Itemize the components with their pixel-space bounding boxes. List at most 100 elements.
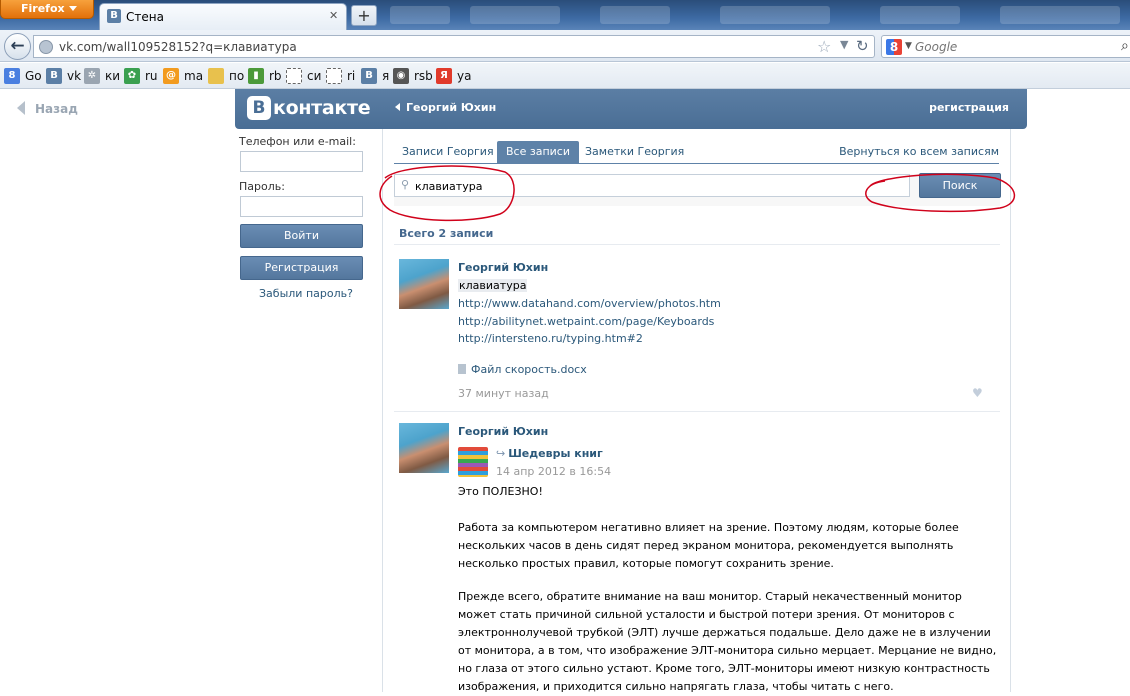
tab-george-posts[interactable]: Записи Георгия [393,141,503,163]
browser-back-button[interactable]: ← [4,33,31,60]
background-blur [720,6,830,24]
browser-search-input[interactable] [915,38,1115,55]
phone-input[interactable] [240,151,363,172]
bookmark-item[interactable]: Bя [361,68,389,84]
post-paragraph: Это ПОЛЕЗНО! [458,485,543,498]
url-text[interactable]: vk.com/wall109528152?q=клавиатура [59,40,297,54]
firefox-menu-button[interactable]: Firefox [0,0,94,19]
back-to-all-posts-link[interactable]: Вернуться ко всем записям [839,141,999,163]
vk-logo-icon: B [247,96,271,120]
bookmark-label: vk [67,69,82,83]
post-time[interactable]: 37 минут назад [458,387,549,400]
search-icon[interactable]: ⌕ [1121,38,1129,54]
vk-logo-word: контакте [273,97,371,119]
background-blur [1000,6,1120,24]
rbc-chart-icon: ▮ [248,68,264,84]
login-button[interactable]: Войти [240,224,363,248]
globe-icon: ◉ [393,68,409,84]
bookmark-item[interactable]: ✲ ки [84,68,120,84]
bookmark-label: ya [457,69,472,83]
folder-icon [208,68,224,84]
flower-icon: ✿ [124,68,140,84]
dashed-box-icon [286,68,302,84]
post-link[interactable]: http://intersteno.ru/typing.htm#2 [458,332,643,345]
password-input[interactable] [240,196,363,217]
wall-post: Георгий Юхин клавиатура http://www.datah… [394,259,1000,401]
bookmark-label: ri [347,69,356,83]
avatar[interactable] [399,423,449,473]
reload-icon[interactable]: ↻ [856,37,869,55]
vk-logo[interactable]: B контакте [247,96,371,120]
history-dropdown-icon[interactable]: ▼ [840,38,848,51]
post-divider [394,411,1000,412]
back-link-label: Назад [35,102,78,116]
post-author[interactable]: Георгий Юхин [458,425,548,438]
document-icon [458,364,466,374]
bookmark-item[interactable]: @ ma [163,68,203,84]
back-link[interactable]: Назад [17,101,78,116]
bookmark-item[interactable]: по [208,68,244,84]
wall-search-input[interactable] [415,178,895,194]
firefox-menu-label: Firefox [21,2,65,15]
arrow-left-icon [395,103,400,111]
close-tab-icon[interactable]: ✕ [329,10,340,21]
file-attachment[interactable]: Файл скорость.docx [458,363,587,376]
post-link[interactable]: http://www.datahand.com/overview/photos.… [458,297,721,310]
repost-source[interactable]: ↪ Шедевры книг [496,447,603,460]
arrow-left-icon [17,101,25,115]
vk-favicon-icon: B [107,9,121,23]
bookmark-label: ma [184,69,204,83]
profile-name-link[interactable]: Георгий Юхин [395,101,496,114]
post-paragraph: Работа за компьютером негативно влияет н… [458,521,959,570]
register-button[interactable]: Регистрация [240,256,363,280]
group-avatar[interactable] [458,447,488,477]
browser-search-box[interactable]: 8 ▼ ⌕ [881,35,1130,58]
bookmark-star-icon[interactable]: ☆ [817,37,831,56]
bookmark-item[interactable]: си [286,68,321,84]
password-label: Пароль: [239,180,285,193]
bookmark-label: по [229,69,245,83]
phone-label: Телефон или e-mail: [239,135,356,148]
bookmark-item[interactable]: ✿ ru [124,68,158,84]
address-bar[interactable]: vk.com/wall109528152?q=клавиатура ☆ ▼ ↻ [33,35,875,58]
tab-george-notes[interactable]: Заметки Георгия [576,141,693,163]
browser-tab[interactable]: B Стена ✕ [99,3,347,30]
search-highlight: клавиатура [458,279,528,292]
bookmark-item[interactable]: ◉ rsb [393,68,433,84]
bookmark-item[interactable]: Bvk [46,68,81,84]
bookmark-item[interactable]: ri [326,68,355,84]
like-heart-icon[interactable]: ♥ [972,386,983,400]
search-button[interactable]: Поиск [919,173,1001,198]
post-paragraph: Прежде всего, обратите внимание на ваш м… [458,590,997,693]
film-reel-icon: ✲ [84,68,100,84]
site-identity-icon[interactable] [39,40,53,54]
engine-dropdown-icon[interactable]: ▼ [905,41,912,51]
post-link[interactable]: http://abilitynet.wetpaint.com/page/Keyb… [458,315,714,328]
vk-header: B контакте Георгий Юхин регистрация [235,89,1027,129]
dashed-box-icon [326,68,342,84]
bookmark-item[interactable]: Яya [436,68,471,84]
tab-title: Стена [126,10,164,24]
bookmark-label: ки [105,69,121,83]
forgot-password-link[interactable]: Забыли пароль? [259,287,353,300]
new-tab-button[interactable]: + [351,5,377,26]
profile-name-label: Георгий Юхин [406,101,497,114]
wall-main: Записи Георгия Все записи Заметки Георги… [382,129,1011,693]
google-icon: 8 [4,68,20,84]
register-link[interactable]: регистрация [929,101,1009,114]
search-icon: ⚲ [401,178,410,191]
bookmark-label: Go [25,69,42,83]
google-engine-icon[interactable]: 8 [886,39,902,55]
bookmark-item[interactable]: ▮ rb [248,68,282,84]
chevron-down-icon [69,6,77,11]
wall-search-field[interactable]: ⚲ [394,174,910,197]
repost-source-name: Шедевры книг [508,447,603,460]
repost-date[interactable]: 14 апр 2012 в 16:54 [496,465,611,478]
avatar[interactable] [399,259,449,309]
bookmark-item[interactable]: 8 Go [4,68,42,84]
post-author[interactable]: Георгий Юхин [458,261,548,274]
bookmark-label: ru [145,69,158,83]
vk-page: Назад B контакте Георгий Юхин регистраци… [0,89,1130,693]
tab-all-posts[interactable]: Все записи [497,141,579,163]
background-blur [600,6,670,24]
